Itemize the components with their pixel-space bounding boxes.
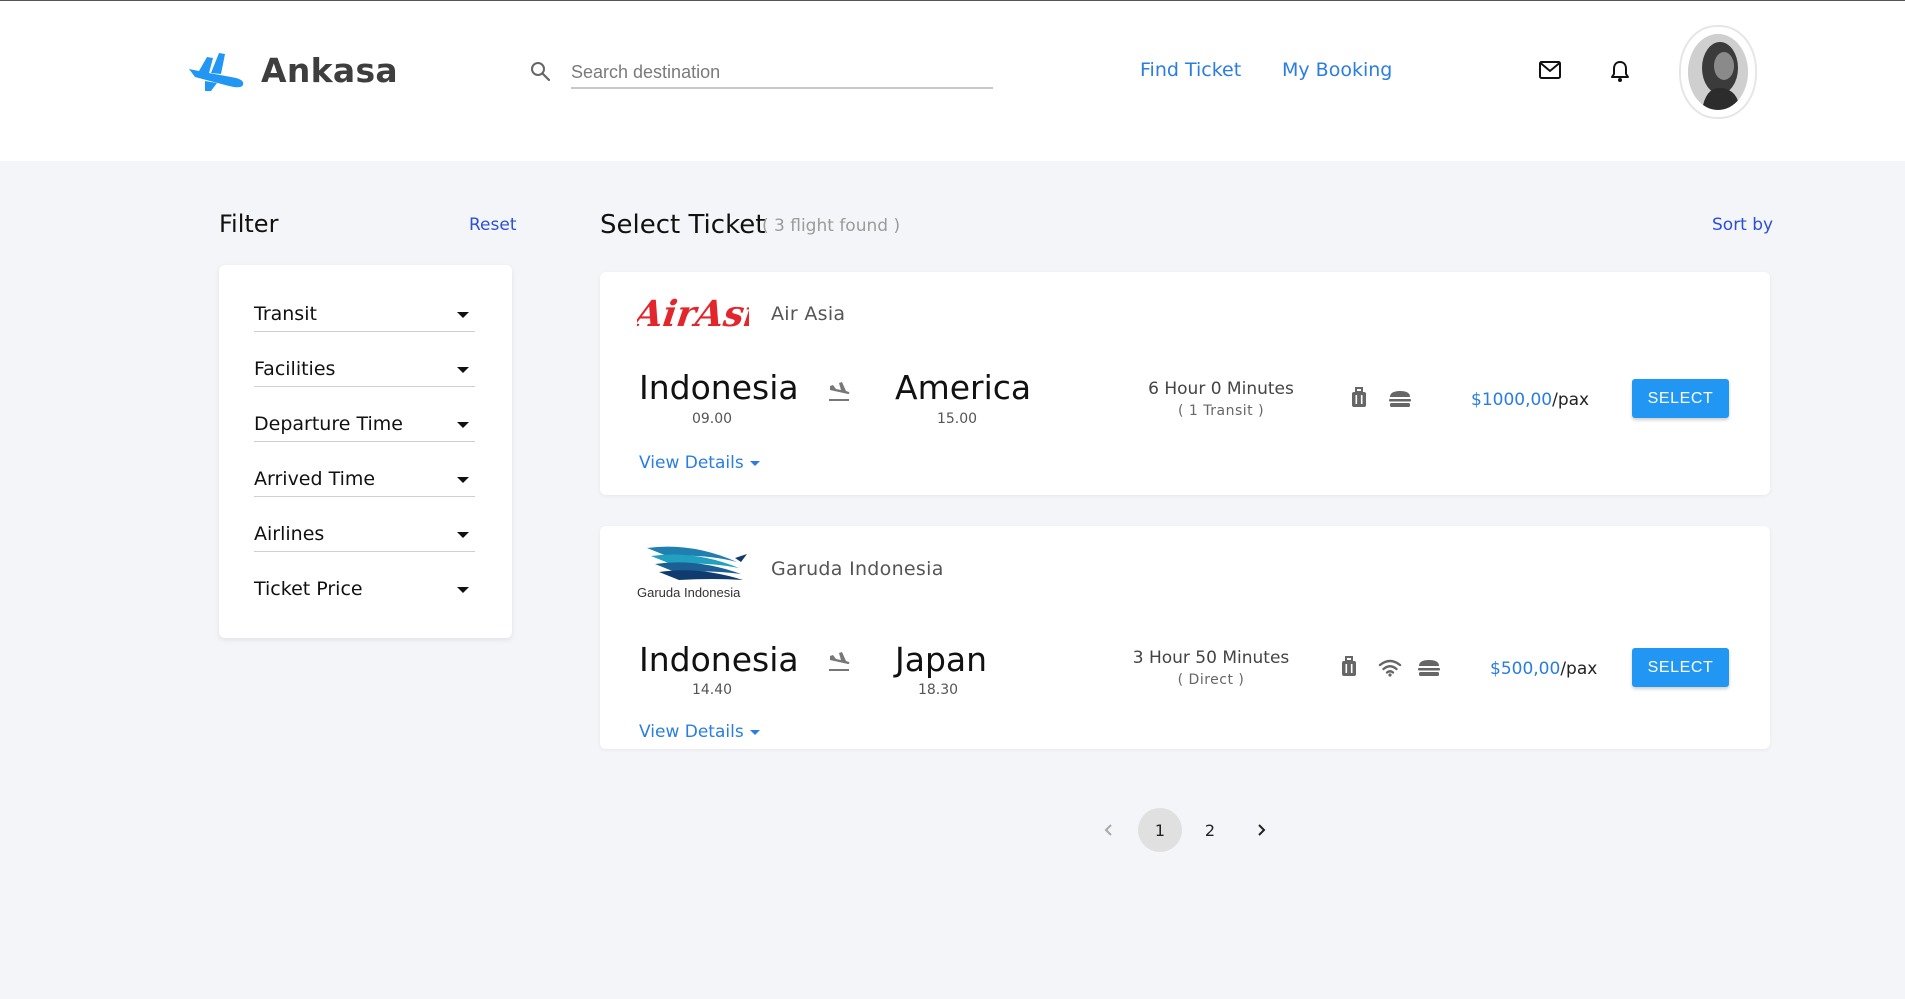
meal-icon	[1418, 660, 1440, 676]
caret-down-icon	[457, 477, 469, 483]
caret-down-icon	[457, 367, 469, 373]
results-count: ( 3 flight found )	[762, 216, 901, 236]
wifi-icon	[1378, 659, 1402, 677]
price-value: $500,00	[1490, 659, 1561, 679]
luggage-icon	[1352, 387, 1366, 407]
app-header: Ankasa Find Ticket My Booking	[0, 1, 1905, 161]
plane-logo-icon	[189, 53, 244, 91]
departure-city: Indonesia	[639, 368, 799, 407]
filter-title: Filter	[219, 210, 279, 238]
filter-label: Transit	[254, 303, 317, 325]
filter-arrived-time[interactable]: Arrived Time	[254, 466, 475, 497]
search-input[interactable]	[571, 57, 993, 89]
view-details-label: View Details	[639, 453, 744, 473]
ticket-card: Garuda Indonesia Garuda Indonesia Indone…	[600, 526, 1770, 749]
arrival-city: Japan	[895, 640, 988, 679]
caret-down-icon	[457, 312, 469, 318]
filter-label: Facilities	[254, 358, 336, 380]
price-unit: /pax	[1552, 390, 1590, 410]
flight-duration: 3 Hour 50 Minutes	[1132, 648, 1290, 668]
flight-landing-icon	[829, 382, 850, 401]
select-ticket-button[interactable]: SELECT	[1632, 648, 1729, 687]
arrival-time: 15.00	[936, 411, 978, 427]
filter-label: Ticket Price	[254, 578, 363, 600]
departure-time: 09.00	[691, 411, 733, 427]
avatar-photo	[1688, 34, 1748, 110]
ticket-price: $1000,00/pax	[1471, 390, 1589, 410]
pagination-page-2[interactable]: 2	[1188, 808, 1232, 852]
brand-logo[interactable]: Ankasa	[187, 49, 398, 91]
chevron-right-icon	[1258, 824, 1266, 836]
caret-down-icon	[749, 729, 760, 735]
transit-info: ( Direct )	[1177, 672, 1245, 688]
airline-name: Air Asia	[771, 303, 846, 325]
flight-landing-icon	[829, 652, 850, 671]
price-unit: /pax	[1560, 659, 1598, 679]
brand-name: Ankasa	[261, 50, 398, 90]
results-title: Select Ticket	[600, 210, 766, 240]
user-avatar[interactable]	[1679, 25, 1757, 119]
departure-time: 14.40	[691, 682, 733, 698]
mail-icon[interactable]	[1538, 60, 1562, 80]
caret-down-icon	[457, 422, 469, 428]
filter-panel: Transit Facilities Departure Time Arrive…	[219, 265, 512, 638]
pagination-next-button[interactable]	[1239, 808, 1283, 852]
filter-facilities[interactable]: Facilities	[254, 356, 475, 387]
bell-icon[interactable]	[1609, 59, 1631, 83]
filter-label: Departure Time	[254, 413, 403, 435]
select-ticket-button[interactable]: SELECT	[1632, 379, 1729, 418]
caret-down-icon	[457, 587, 469, 593]
airasia-logo: AirAsia	[629, 288, 784, 345]
search-bar	[528, 53, 993, 91]
filter-departure-time[interactable]: Departure Time	[254, 411, 475, 442]
caret-down-icon	[457, 532, 469, 538]
caret-down-icon	[749, 460, 760, 466]
filter-reset-button[interactable]: Reset	[469, 215, 517, 235]
filter-airlines[interactable]: Airlines	[254, 521, 475, 552]
flight-duration: 6 Hour 0 Minutes	[1148, 379, 1294, 399]
view-details-label: View Details	[639, 722, 744, 742]
chevron-left-icon	[1104, 824, 1112, 836]
svg-text:Garuda Indonesia: Garuda Indonesia	[637, 585, 741, 600]
ticket-card: AirAsia Air Asia Indonesia 09.00 America…	[600, 272, 1770, 495]
arrival-city: America	[895, 368, 1032, 407]
svg-text:AirAsia: AirAsia	[637, 292, 749, 335]
pagination-page-1[interactable]: 1	[1138, 808, 1182, 852]
garuda-logo: Garuda Indonesia	[637, 540, 755, 605]
search-icon[interactable]	[528, 59, 552, 83]
pagination-prev-button[interactable]	[1087, 808, 1131, 852]
arrival-time: 18.30	[917, 682, 959, 698]
luggage-icon	[1342, 656, 1356, 676]
filter-ticket-price[interactable]: Ticket Price	[254, 576, 475, 606]
nav-find-ticket[interactable]: Find Ticket	[1140, 59, 1241, 81]
departure-city: Indonesia	[639, 640, 799, 679]
nav-my-booking[interactable]: My Booking	[1282, 59, 1392, 81]
filter-label: Airlines	[254, 523, 325, 545]
view-details-toggle[interactable]: View Details	[639, 453, 760, 473]
ticket-price: $500,00/pax	[1490, 659, 1597, 679]
transit-info: ( 1 Transit )	[1177, 403, 1265, 419]
airline-name: Garuda Indonesia	[771, 558, 944, 580]
price-value: $1000,00	[1471, 390, 1553, 410]
view-details-toggle[interactable]: View Details	[639, 722, 760, 742]
filter-transit[interactable]: Transit	[254, 301, 475, 332]
meal-icon	[1389, 391, 1411, 407]
filter-label: Arrived Time	[254, 468, 376, 490]
sort-by-button[interactable]: Sort by	[1712, 215, 1773, 235]
